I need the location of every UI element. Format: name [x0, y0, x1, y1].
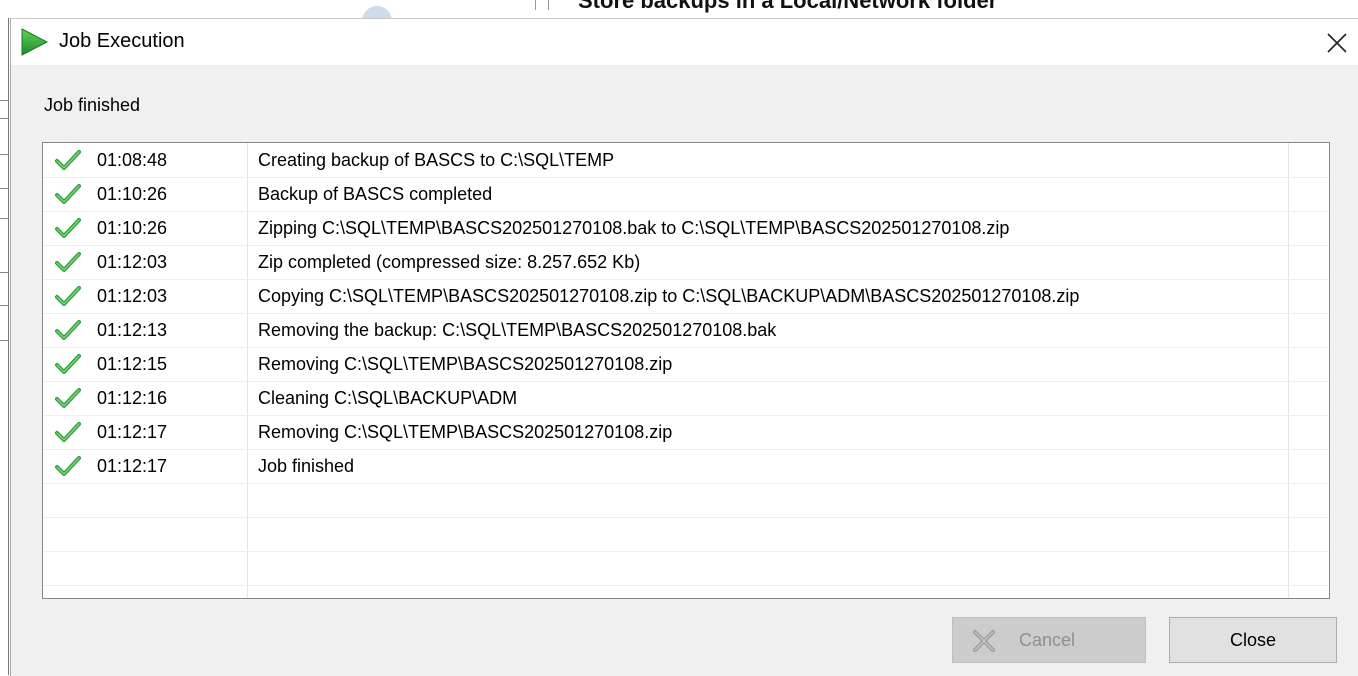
- log-row[interactable]: 01:12:13 Removing the backup: C:\SQL\TEMP…: [43, 313, 1329, 348]
- green-check-icon: [55, 456, 81, 476]
- log-time: 01:12:03: [97, 286, 168, 306]
- log-row-empty: [43, 517, 1329, 552]
- background-left-edge: [0, 0, 10, 675]
- close-button[interactable]: Close: [1169, 617, 1337, 663]
- log-time: 01:10:26: [97, 218, 168, 238]
- log-row[interactable]: 01:12:16 Cleaning C:\SQL\BACKUP\ADM: [43, 381, 1329, 416]
- log-time: 01:12:17: [97, 422, 168, 442]
- log-message: Removing the backup: C:\SQL\TEMP\BASCS20…: [258, 320, 777, 340]
- cancel-x-icon: [973, 630, 995, 652]
- log-time: 01:12:03: [97, 252, 168, 272]
- log-row-empty: [43, 551, 1329, 586]
- log-message: Zipping C:\SQL\TEMP\BASCS202501270108.ba…: [258, 218, 1010, 238]
- green-check-icon: [55, 354, 81, 374]
- background-option-text: Store backups in a Local/Network folder: [578, 0, 998, 13]
- log-message: Zip completed (compressed size: 8.257.65…: [258, 252, 641, 272]
- log-message: Backup of BASCS completed: [258, 184, 493, 204]
- log-row[interactable]: 01:12:17 Removing C:\SQL\TEMP\BASCS202501…: [43, 415, 1329, 450]
- close-label: Close: [1229, 630, 1277, 650]
- green-check-icon: [55, 184, 81, 204]
- log-row[interactable]: 01:12:03 Copying C:\SQL\TEMP\BASCS2025012…: [43, 279, 1329, 314]
- status-label: Job finished: [44, 95, 141, 115]
- log-time: 01:08:48: [97, 150, 168, 170]
- cancel-label: Cancel: [1019, 630, 1076, 650]
- log-message: Job finished: [258, 456, 355, 476]
- green-check-icon: [55, 320, 81, 340]
- log-message: Creating backup of BASCS to C:\SQL\TEMP: [258, 150, 615, 170]
- log-time: 01:12:16: [97, 388, 168, 408]
- log-list[interactable]: 01:08:48 Creating backup of BASCS to C:\S…: [42, 142, 1330, 599]
- log-message: Cleaning C:\SQL\BACKUP\ADM: [258, 388, 518, 408]
- green-check-icon: [55, 422, 81, 442]
- green-check-icon: [55, 252, 81, 272]
- log-message: Removing C:\SQL\TEMP\BASCS202501270108.z…: [258, 354, 673, 374]
- green-check-icon: [55, 150, 81, 170]
- background-combo-arrow: [535, 0, 549, 10]
- green-play-arrow-icon: [21, 28, 49, 56]
- log-message: Removing C:\SQL\TEMP\BASCS202501270108.z…: [258, 422, 673, 442]
- log-row[interactable]: 01:12:03 Zip completed (compressed size: …: [43, 245, 1329, 280]
- title-bar[interactable]: Job Execution: [11, 19, 1358, 65]
- log-row[interactable]: 01:08:48 Creating backup of BASCS to C:\S…: [43, 143, 1329, 178]
- log-row-empty: [43, 483, 1329, 518]
- job-execution-dialog: Job Execution Job finished 01:08:48 Creat…: [10, 18, 1358, 676]
- cancel-button[interactable]: Cancel: [952, 617, 1146, 663]
- log-time: 01:12:17: [97, 456, 168, 476]
- green-check-icon: [55, 218, 81, 238]
- green-check-icon: [55, 286, 81, 306]
- dialog-title: Job Execution: [59, 30, 185, 52]
- close-icon[interactable]: [1317, 23, 1357, 63]
- log-time: 01:12:15: [97, 354, 168, 374]
- log-row[interactable]: 01:12:15 Removing C:\SQL\TEMP\BASCS202501…: [43, 347, 1329, 382]
- log-row[interactable]: 01:10:26 Backup of BASCS completed: [43, 177, 1329, 212]
- log-time: 01:12:13: [97, 320, 168, 340]
- green-check-icon: [55, 388, 81, 408]
- log-row[interactable]: 01:10:26 Zipping C:\SQL\TEMP\BASCS2025012…: [43, 211, 1329, 246]
- log-message: Copying C:\SQL\TEMP\BASCS202501270108.zi…: [258, 286, 1080, 306]
- log-row[interactable]: 01:12:17 Job finished: [43, 449, 1329, 484]
- log-time: 01:10:26: [97, 184, 168, 204]
